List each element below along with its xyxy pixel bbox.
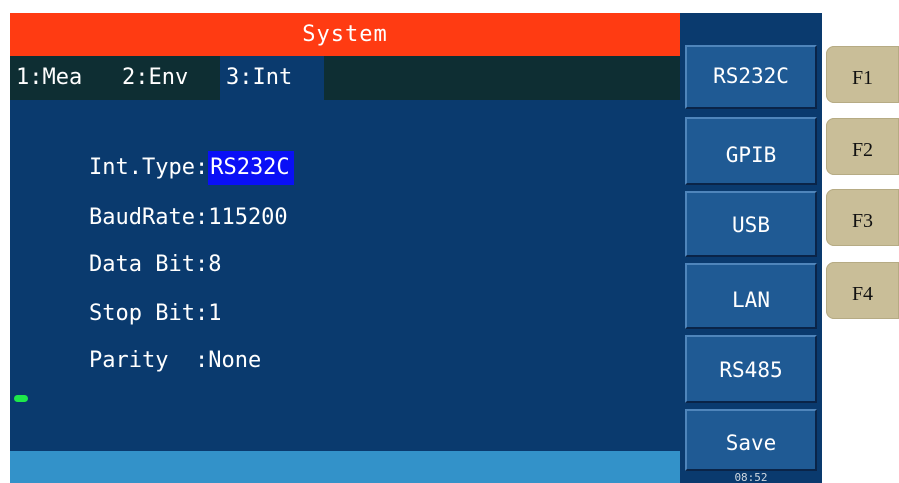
- function-key-f3[interactable]: F3: [826, 189, 899, 246]
- function-key-f1[interactable]: F1: [826, 46, 899, 103]
- softkey-save[interactable]: Save: [685, 409, 817, 471]
- setting-row-baud-rate[interactable]: BaudRate:115200: [36, 167, 288, 230]
- softkey-gpib[interactable]: GPIB: [685, 117, 817, 185]
- tab-interface[interactable]: 3:Int: [220, 56, 324, 100]
- softkey-rs485[interactable]: RS485: [685, 335, 817, 403]
- tab-environment[interactable]: 2:Env: [116, 56, 220, 100]
- status-bar: [10, 451, 680, 483]
- clock: 08:52: [734, 471, 768, 483]
- tab-bar: 1:Mea 2:Env 3:Int: [10, 56, 680, 100]
- softkey-lan[interactable]: LAN: [685, 263, 817, 329]
- setting-row-int-type[interactable]: Int.Type:RS232C: [36, 117, 294, 185]
- function-key-f4[interactable]: F4: [826, 262, 899, 319]
- parity-label: Parity :: [88, 348, 209, 373]
- function-key-f2[interactable]: F2: [826, 118, 899, 175]
- parity-value[interactable]: None: [208, 344, 261, 378]
- softkey-panel: RS232C GPIB USB LAN RS485 Save 08:52: [680, 13, 822, 483]
- softkey-rs232c[interactable]: RS232C: [685, 45, 817, 109]
- setting-row-stop-bit[interactable]: Stop Bit:1: [36, 263, 221, 326]
- instrument-screen: System 1:Mea 2:Env 3:Int Int.Type:RS232C…: [10, 13, 680, 483]
- softkey-usb[interactable]: USB: [685, 191, 817, 257]
- setting-row-parity[interactable]: Parity :None: [36, 310, 261, 373]
- usb-connected-icon: [14, 395, 28, 402]
- setting-row-data-bit[interactable]: Data Bit:8: [36, 214, 221, 277]
- page-title: System: [10, 13, 680, 56]
- tab-measure[interactable]: 1:Mea: [10, 56, 116, 100]
